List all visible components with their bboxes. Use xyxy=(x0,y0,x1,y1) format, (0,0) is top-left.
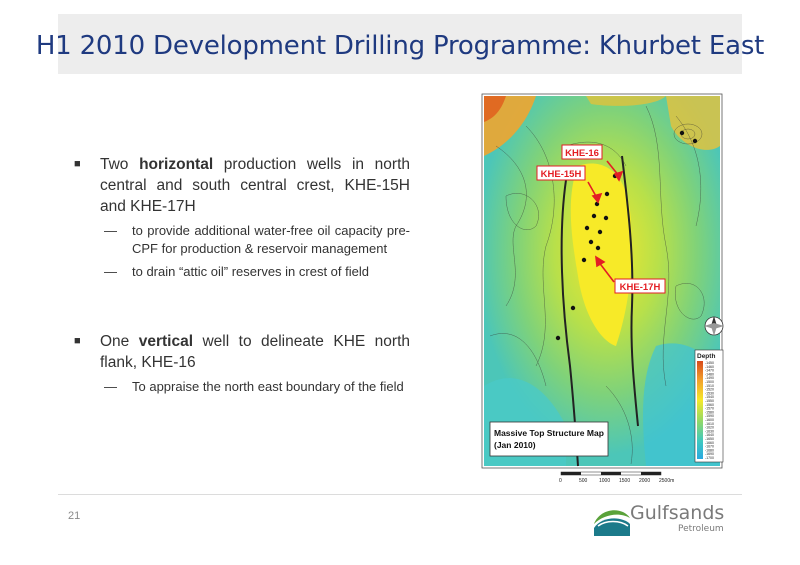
sub-bullet-text: to drain “attic oil” reserves in crest o… xyxy=(132,264,369,279)
callout-label: KHE-17H xyxy=(620,282,661,293)
bullet-vertical-well: ■ One vertical well to delineate KHE nor… xyxy=(70,331,410,373)
callout-khe-17h: KHE-17H xyxy=(614,278,666,294)
sub-bullet: — to provide additional water-free oil c… xyxy=(104,223,410,256)
logo-subtitle: Petroleum xyxy=(678,524,724,534)
map-caption: Massive Top Structure Map (Jan 2010) xyxy=(489,421,609,457)
sub-bullet: — To appraise the north east boundary of… xyxy=(104,379,404,394)
bullet-marker: ■ xyxy=(74,158,81,170)
scale-label: 0 xyxy=(559,478,562,484)
scale-label: 2000 xyxy=(639,478,650,484)
callout-khe-15h: KHE-15H xyxy=(536,165,586,181)
sub-bullet: — to drain “attic oil” reserves in crest… xyxy=(104,264,369,279)
bullet-bold: vertical xyxy=(138,333,194,350)
bullet-text: One xyxy=(100,333,139,350)
callout-khe-16: KHE-16 xyxy=(561,144,603,160)
scale-label: 2500m xyxy=(659,478,674,484)
scale-label: 500 xyxy=(579,478,588,484)
bullet-bold: horizontal xyxy=(139,156,214,173)
callout-label: KHE-15H xyxy=(541,169,582,180)
caption-line: Massive Top Structure Map xyxy=(494,428,604,438)
structure-map-graphic: KHE-16 KHE-15H KHE-17H Depth -1450-1460-… xyxy=(481,93,724,484)
scale-label: 1000 xyxy=(599,478,610,484)
depth-legend: Depth -1450-1460-1470-1480-1490-1500-151… xyxy=(694,349,724,463)
slide-title: H1 2010 Development Drilling Programme: … xyxy=(35,31,765,61)
bullet-horizontal-wells: ■ Two horizontal production wells in nor… xyxy=(70,154,410,217)
legend-color-bar xyxy=(697,361,703,459)
bullet-text: Two xyxy=(100,156,140,173)
legend-title: Depth xyxy=(697,353,715,360)
bullet-marker: ■ xyxy=(74,335,81,347)
page-number: 21 xyxy=(68,510,81,522)
sub-bullet-text: to provide additional water-free oil cap… xyxy=(132,223,410,256)
sub-bullet-text: To appraise the north east boundary of t… xyxy=(132,379,404,394)
bullet-list: ■ Two horizontal production wells in nor… xyxy=(70,154,410,396)
structure-map: KHE-16 KHE-15H KHE-17H Depth -1450 -1460… xyxy=(466,86,734,494)
slide-content: ■ Two horizontal production wells in nor… xyxy=(58,86,742,494)
callout-label: KHE-16 xyxy=(565,148,599,159)
scale-label: 1500 xyxy=(619,478,630,484)
logo-name: Gulfsands xyxy=(630,502,725,524)
caption-line: (Jan 2010) xyxy=(494,440,536,450)
logo-mark-icon xyxy=(594,510,630,536)
scale-bar: 0 500 1000 1500 2000 2500m xyxy=(559,471,674,484)
gulfsands-logo: Gulfsands Petroleum xyxy=(592,500,742,540)
legend-value: -1700 xyxy=(705,456,714,460)
footer-divider xyxy=(58,494,742,495)
